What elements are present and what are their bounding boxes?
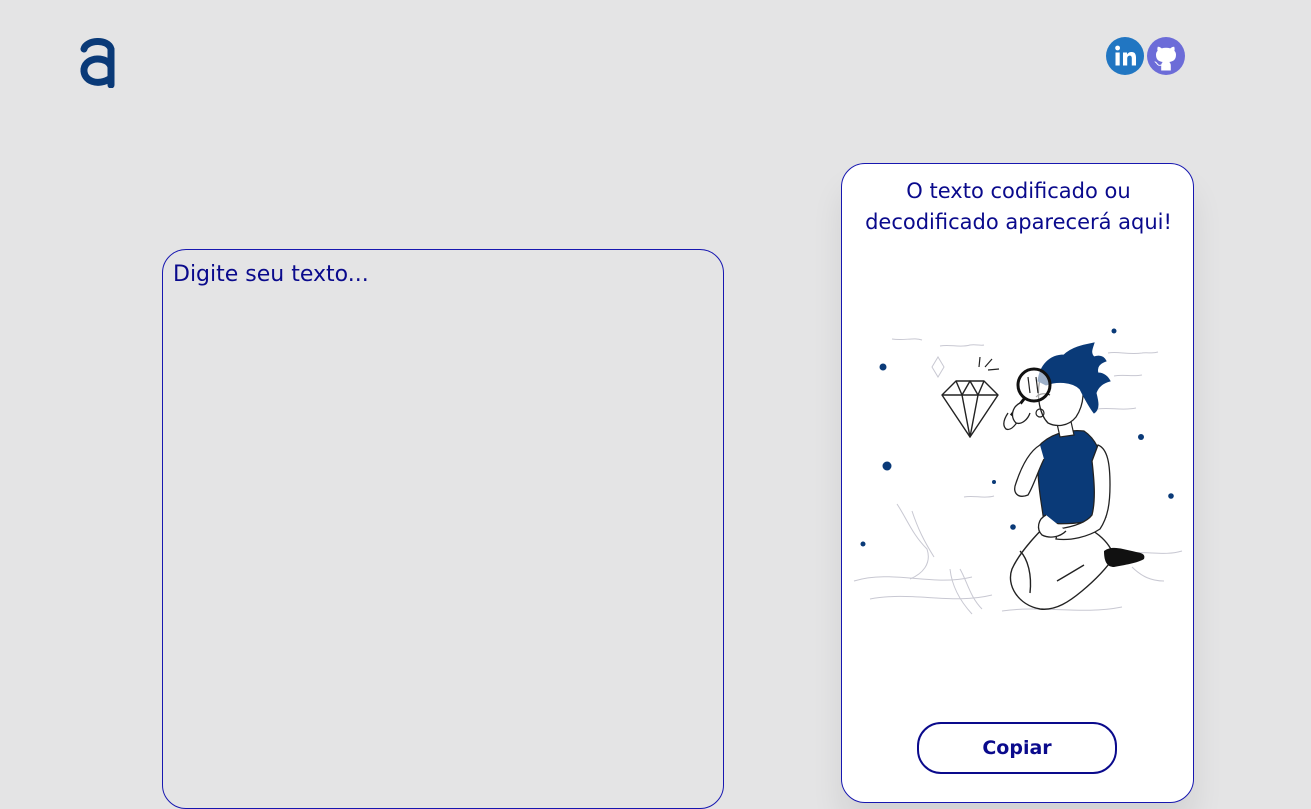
text-input[interactable] bbox=[162, 249, 724, 809]
person-with-magnifier-illustration bbox=[853, 328, 1183, 615]
github-icon[interactable] bbox=[1147, 37, 1185, 75]
social-links bbox=[1106, 37, 1186, 75]
output-card: O texto codificado ou decodificado apare… bbox=[841, 163, 1194, 803]
logo-icon[interactable] bbox=[80, 36, 116, 88]
copy-button[interactable]: Copiar bbox=[917, 722, 1117, 774]
linkedin-icon[interactable] bbox=[1106, 37, 1144, 75]
output-message: O texto codificado ou decodificado apare… bbox=[865, 179, 1172, 234]
